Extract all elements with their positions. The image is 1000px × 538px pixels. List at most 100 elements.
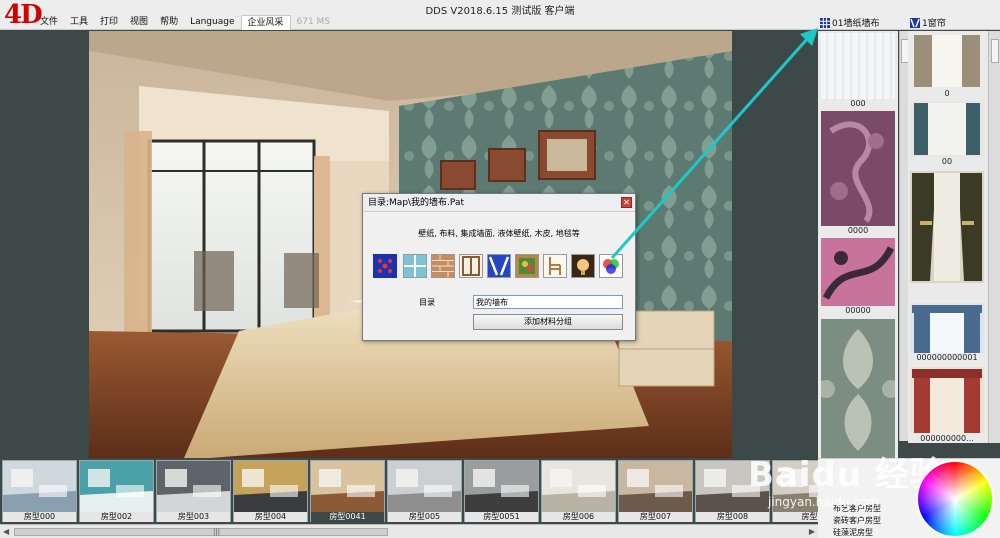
curtain-scrollbar[interactable]	[988, 31, 1000, 443]
room-thumbnail[interactable]: 房型003	[156, 460, 231, 522]
room-thumbnail-image	[157, 461, 230, 512]
swatch-item[interactable]	[821, 33, 895, 99]
room-thumbnail-label: 房型003	[157, 512, 230, 522]
color-wheel[interactable]	[916, 460, 994, 538]
directory-label: 目录	[419, 298, 435, 307]
watermark-url: jingyan.baidu.com	[768, 495, 879, 509]
wallpaper-tab[interactable]: 01墙纸墙布	[820, 16, 879, 29]
room-thumbnail-label: 房型005	[388, 512, 461, 522]
swatch-label: 0000	[847, 226, 869, 235]
room-thumbnail-label: 房型007	[619, 512, 692, 522]
grid-icon	[820, 17, 830, 28]
tile-icon[interactable]	[403, 254, 427, 278]
curtain-image	[910, 303, 984, 353]
curtain-tab-label: 1窗帘	[922, 19, 946, 29]
swatch-image	[821, 238, 895, 306]
menu-tools[interactable]: 工具	[64, 15, 94, 30]
room-thumbnail-label: 房型000	[3, 512, 76, 522]
curtain-label: 000000000...	[920, 434, 974, 443]
room-thumbnail[interactable]: 房型000	[2, 460, 77, 522]
lamp-icon[interactable]	[571, 254, 595, 278]
room-thumbnail[interactable]: 房型005	[387, 460, 462, 522]
room-thumbnail-image	[234, 461, 307, 512]
room-thumbnail[interactable]: 房型0051	[464, 460, 539, 522]
dialog-description: 壁纸, 布料, 集成墙面, 液体壁纸, 木皮, 地毯等	[418, 229, 580, 238]
render-time-readout: 671 MS	[296, 17, 331, 27]
curtain-icon[interactable]	[487, 254, 511, 278]
menu-print[interactable]: 打印	[94, 15, 124, 30]
window-frame-icon[interactable]	[459, 254, 483, 278]
brick-icon[interactable]	[431, 254, 455, 278]
menu-help[interactable]: 帮助	[154, 15, 184, 30]
room-thumbnail-image	[542, 461, 615, 512]
swatch-label: 000	[850, 99, 866, 108]
swatch-image	[821, 111, 895, 226]
swatch-label: 00000	[845, 306, 871, 315]
room-thumbnail-image	[311, 461, 384, 512]
room-thumbnail-label: 房型004	[234, 512, 307, 522]
baidu-watermark: Baidu 经验	[748, 455, 945, 495]
add-material-group-button[interactable]: 添加材料分组	[473, 314, 623, 330]
curtain-image	[910, 171, 984, 283]
swatch-item[interactable]	[821, 238, 895, 306]
menu-view[interactable]: 视图	[124, 15, 154, 30]
category-item[interactable]: 瓷砖客户房型	[833, 515, 881, 526]
filmstrip-scrollbar[interactable]: ◀ ||| ▶	[0, 524, 818, 538]
room-thumbnail[interactable]: 房型002	[79, 460, 154, 522]
curtain-item[interactable]	[910, 367, 984, 433]
filmstrip-scrollbar-thumb[interactable]: |||	[14, 528, 388, 536]
room-thumbnail-image	[465, 461, 538, 512]
curtain-tab[interactable]: 1窗帘	[910, 16, 946, 29]
wallpaper-pattern-icon[interactable]	[373, 254, 397, 278]
swatch-scrollbar[interactable]	[899, 31, 909, 441]
room-thumbnail-image	[3, 461, 76, 512]
scroll-left-icon[interactable]: ◀	[3, 527, 9, 536]
swatch-item[interactable]	[821, 111, 895, 226]
curtain-image	[910, 367, 984, 433]
room-thumbnail-image	[80, 461, 153, 512]
room-filmstrip: 房型000 房型002 房型003 房型004 房型0041 房型005 房型0051 房型0…	[0, 458, 847, 524]
curtain-panel: 0 00 000000000001 000000000...	[908, 31, 988, 443]
category-item[interactable]: 硅藻泥房型	[833, 527, 873, 538]
menu-language[interactable]: Language	[184, 15, 240, 30]
menu-company[interactable]: 企业风采	[240, 15, 291, 30]
scroll-right-icon[interactable]: ▶	[809, 527, 815, 536]
material-group-dialog: 目录:Map\我的墙布.Pat ✕ 壁纸, 布料, 集成墙面, 液体壁纸, 木皮…	[362, 193, 636, 341]
room-thumbnail-label: 房型0041	[311, 512, 384, 522]
painting-icon[interactable]	[515, 254, 539, 278]
curtain-item[interactable]	[910, 303, 984, 353]
room-thumbnail-image	[388, 461, 461, 512]
room-thumbnail-label: 房型002	[80, 512, 153, 522]
scroll-grip: |||	[213, 528, 221, 536]
directory-input[interactable]	[473, 295, 623, 309]
chair-icon[interactable]	[543, 254, 567, 278]
curtain-image	[910, 101, 984, 157]
curtain-icon	[910, 17, 920, 28]
room-thumbnail-image	[619, 461, 692, 512]
curtain-item[interactable]	[910, 101, 984, 157]
room-thumbnail-label: 房型006	[542, 512, 615, 522]
swatch-item[interactable]	[821, 319, 895, 458]
curtain-scrollbar-thumb[interactable]	[991, 39, 999, 63]
wallpaper-swatch-panel: 000 0000 00000	[818, 31, 898, 458]
title-bar: 4D DDS V2018.6.15 测试版 客户端 文件 工具 打印 视图 帮助…	[0, 0, 1000, 30]
curtain-item[interactable]	[910, 33, 984, 89]
room-thumbnail[interactable]: 房型006	[541, 460, 616, 522]
room-thumbnail[interactable]: 房型007	[618, 460, 693, 522]
dialog-title: 目录:Map\我的墙布.Pat	[363, 194, 635, 212]
menu-bar: 文件 工具 打印 视图 帮助 Language 企业风采 671 MS	[34, 15, 336, 30]
curtain-item[interactable]	[910, 171, 984, 283]
curtain-label: 00	[941, 157, 953, 166]
wallpaper-tab-label: 01墙纸墙布	[832, 19, 880, 29]
curtain-label: 000000000001	[916, 353, 978, 362]
menu-file[interactable]: 文件	[34, 15, 64, 30]
swatch-image	[821, 33, 895, 99]
curtain-label: 0	[944, 89, 950, 98]
close-icon[interactable]: ✕	[621, 197, 632, 208]
rgb-color-icon[interactable]	[599, 254, 623, 278]
swatch-image	[821, 319, 895, 458]
room-thumbnail[interactable]: 房型0041	[310, 460, 385, 522]
room-thumbnail-label: 房型0051	[465, 512, 538, 522]
room-thumbnail[interactable]: 房型004	[233, 460, 308, 522]
room-thumbnail-label: 房型008	[696, 512, 769, 522]
